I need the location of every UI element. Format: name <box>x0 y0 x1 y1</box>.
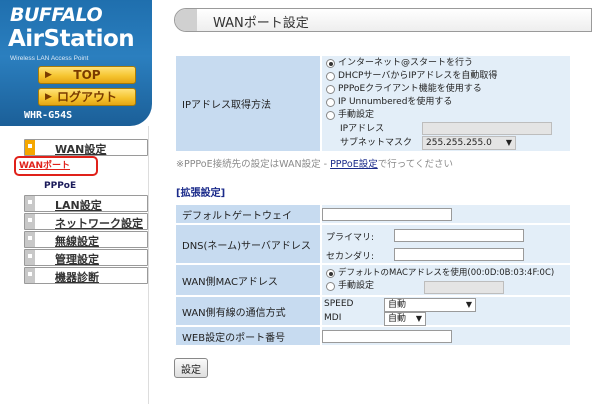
radio-option-unnumbered[interactable]: IP Unnumberedを使用する <box>322 96 570 109</box>
speed-value: 自動 <box>388 300 407 310</box>
arrow-right-icon: ▶ <box>45 70 52 80</box>
speed-label: SPEED <box>324 299 354 309</box>
note-suffix: で行ってください <box>377 159 453 170</box>
sidebar-item-lan[interactable]: LAN設定 <box>24 195 148 212</box>
radio-option-internet-start[interactable]: インターネット@スタートを行う <box>322 57 570 70</box>
dropdown-arrow-icon: ▼ <box>505 138 512 147</box>
nav-marker-icon <box>25 232 35 247</box>
dns-secondary-label: セカンダリ: <box>326 252 375 262</box>
sidebar-divider <box>148 126 149 404</box>
top-button-label: TOP <box>73 68 101 82</box>
dropdown-arrow-icon: ▼ <box>465 300 472 309</box>
sidebar-subitem-wanport[interactable]: WANポート <box>14 156 98 176</box>
header-tab-icon <box>175 9 197 31</box>
dropdown-arrow-icon: ▼ <box>415 314 422 323</box>
sidebar-item-network[interactable]: ネットワーク設定 <box>24 213 148 230</box>
wired-mode-label: WAN側有線の通信方式 <box>174 295 322 327</box>
mac-label: WAN側MACアドレス <box>174 263 322 297</box>
sidebar-item-label: LAN設定 <box>55 199 102 212</box>
sidebar-item-wan[interactable]: WAN設定 <box>24 139 148 156</box>
extended-settings-heading: [拡張設定] <box>176 188 226 199</box>
web-port-input[interactable] <box>322 330 452 343</box>
radio-label: 手動設定 <box>338 110 375 120</box>
nav-marker-icon <box>25 140 35 155</box>
airstation-logo: AirStation <box>8 26 135 52</box>
buffalo-logo: BUFFALO <box>10 4 103 26</box>
mac-manual-input[interactable] <box>424 281 504 294</box>
ip-settings-table: IPアドレス取得方法 インターネット@スタートを行う DHCPサーバからIPアド… <box>174 54 572 153</box>
sidebar-item-diagnostics[interactable]: 機器診断 <box>24 267 148 284</box>
pppoe-note: ※PPPoE接続先の設定はWAN設定 - PPPoE設定で行ってください <box>176 156 453 170</box>
nav-marker-icon <box>25 196 35 211</box>
gateway-label: デフォルトゲートウェイ <box>174 203 322 225</box>
brand-panel: BUFFALO AirStation Wireless LAN Access P… <box>0 0 152 126</box>
mdi-label: MDI <box>324 313 342 323</box>
sidebar-item-label: ネットワーク設定 <box>55 217 143 230</box>
dns-primary-label: プライマリ: <box>326 233 375 243</box>
radio-button[interactable] <box>326 282 335 291</box>
radio-button[interactable] <box>326 98 335 107</box>
logout-button[interactable]: ▶ ログアウト <box>38 88 136 106</box>
subnet-mask-select[interactable]: 255.255.255.0 ▼ <box>422 136 516 150</box>
sidebar-item-label: 無線設定 <box>55 235 99 248</box>
radio-label: IP Unnumberedを使用する <box>338 97 453 107</box>
ip-address-input[interactable] <box>422 122 552 135</box>
radio-button[interactable] <box>326 72 335 81</box>
radio-label: 手動設定 <box>338 281 375 291</box>
mdi-select[interactable]: 自動 ▼ <box>384 312 426 326</box>
sidebar-item-label: 機器診断 <box>55 271 99 284</box>
nav-marker-icon <box>25 268 35 283</box>
nav-marker-icon <box>25 250 35 265</box>
page-title: WANポート設定 <box>213 16 309 31</box>
top-button[interactable]: ▶ TOP <box>38 66 136 84</box>
mac-cell: デフォルトのMACアドレスを使用(00:0D:0B:03:4F:0C) 手動設定 <box>320 263 572 297</box>
ip-address-label: IPアドレス <box>340 124 385 134</box>
radio-button[interactable] <box>326 59 335 68</box>
ip-method-label: IPアドレス取得方法 <box>174 54 322 153</box>
gateway-input[interactable] <box>322 208 452 221</box>
sidebar-item-admin[interactable]: 管理設定 <box>24 249 148 266</box>
radio-button[interactable] <box>326 85 335 94</box>
radio-option-dhcp[interactable]: DHCPサーバからIPアドレスを自動取得 <box>322 70 570 83</box>
submit-button[interactable]: 設定 <box>174 358 208 378</box>
radio-button[interactable] <box>326 269 335 278</box>
radio-option-manual[interactable]: 手動設定 <box>322 109 570 122</box>
brand-subtitle: Wireless LAN Access Point <box>10 55 89 62</box>
radio-label: DHCPサーバからIPアドレスを自動取得 <box>338 71 498 81</box>
dns-label: DNS(ネーム)サーバアドレス <box>174 223 322 265</box>
sidebar-item-label: WAN設定 <box>55 143 107 156</box>
radio-option-mac-default[interactable]: デフォルトのMACアドレスを使用(00:0D:0B:03:4F:0C) <box>322 267 570 280</box>
sidebar-item-label: 管理設定 <box>55 253 99 266</box>
mdi-value: 自動 <box>388 314 407 324</box>
pppoe-settings-link[interactable]: PPPoE設定 <box>330 159 378 170</box>
radio-label: インターネット@スタートを行う <box>338 58 474 68</box>
logout-button-label: ログアウト <box>56 90 117 104</box>
dns-primary-input[interactable] <box>394 229 524 242</box>
subnet-mask-label: サブネットマスク <box>340 138 413 148</box>
gateway-cell <box>320 203 572 225</box>
ip-method-options: インターネット@スタートを行う DHCPサーバからIPアドレスを自動取得 PPP… <box>320 54 572 153</box>
radio-button[interactable] <box>326 111 335 120</box>
radio-label: デフォルトのMACアドレスを使用(00:0D:0B:03:4F:0C) <box>338 268 555 278</box>
ip-address-row: IPアドレス <box>322 122 570 136</box>
radio-option-pppoe[interactable]: PPPoEクライアント機能を使用する <box>322 83 570 96</box>
subnet-mask-value: 255.255.255.0 <box>426 138 492 148</box>
speed-select[interactable]: 自動 ▼ <box>384 298 476 312</box>
web-port-label: WEB設定のポート番号 <box>174 325 322 347</box>
nav-marker-icon <box>25 214 35 229</box>
sidebar-subitem-pppoe[interactable]: PPPoE <box>44 181 76 191</box>
radio-label: PPPoEクライアント機能を使用する <box>338 84 482 94</box>
web-port-cell <box>320 325 572 347</box>
page-header: WANポート設定 <box>174 8 592 32</box>
note-prefix: ※PPPoE接続先の設定はWAN設定 - <box>176 159 331 170</box>
dns-secondary-input[interactable] <box>394 248 524 261</box>
sidebar: BUFFALO AirStation Wireless LAN Access P… <box>0 0 152 404</box>
subnet-mask-row: サブネットマスク 255.255.255.0 ▼ <box>322 136 570 150</box>
extended-settings-table: デフォルトゲートウェイ DNS(ネーム)サーバアドレス プライマリ: セカンダリ… <box>174 203 572 347</box>
model-name: WHR-G54S <box>24 110 73 121</box>
sidebar-item-wireless[interactable]: 無線設定 <box>24 231 148 248</box>
wired-mode-cell: SPEED 自動 ▼ MDI 自動 ▼ <box>320 295 572 327</box>
arrow-right-icon: ▶ <box>45 92 52 102</box>
dns-cell: プライマリ: セカンダリ: <box>320 223 572 265</box>
